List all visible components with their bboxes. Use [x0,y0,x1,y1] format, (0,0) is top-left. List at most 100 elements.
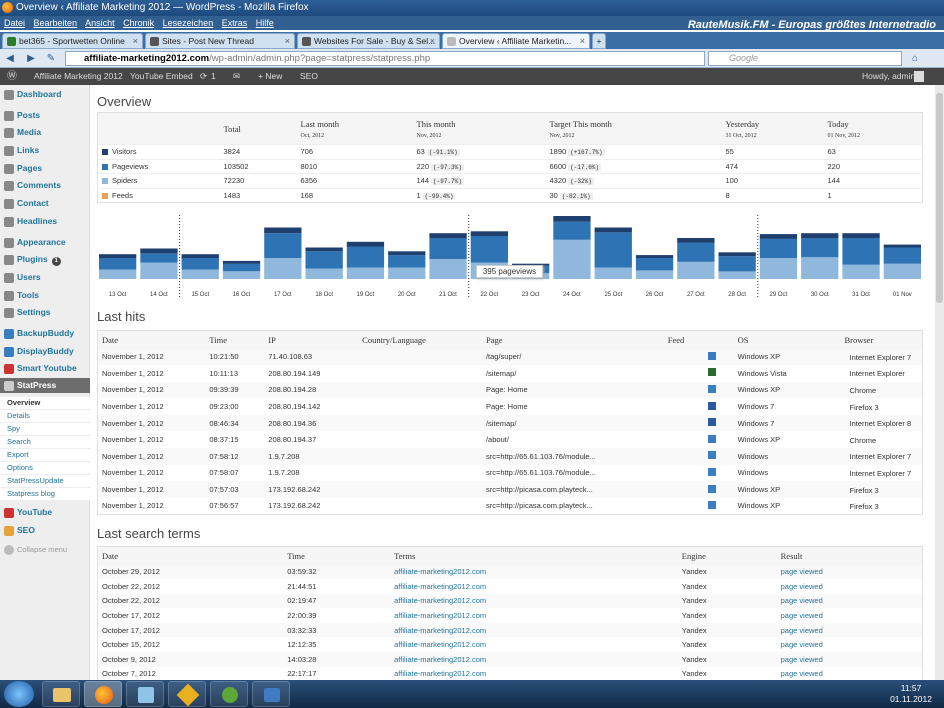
bar-visitors[interactable] [222,260,261,264]
bar-spiders[interactable] [99,269,137,280]
menu-bearbeiten[interactable]: Bearbeiten [34,18,78,28]
bar-visitors[interactable] [346,241,385,247]
sidebar-item-media[interactable]: Media [0,125,90,140]
submenu-options[interactable]: Options [0,462,90,474]
sidebar-item-statpress[interactable]: StatPress [0,378,90,393]
bar-pageviews[interactable] [305,251,343,269]
sidebar-item-youtube[interactable]: YouTube [0,505,90,520]
bar-pageviews[interactable] [264,233,302,258]
bar-pageviews[interactable] [759,238,798,258]
bar-visitors[interactable] [842,233,880,238]
bar-pageviews[interactable] [388,255,426,268]
sidebar-item-displaybuddy[interactable]: DisplayBuddy [0,344,90,359]
menu-hilfe[interactable]: Hilfe [256,18,274,28]
bar-pageviews[interactable] [429,238,467,259]
submenu-statpress-blog[interactable]: Statpress blog [0,488,90,500]
bar-visitors[interactable] [718,252,756,257]
bar-spiders[interactable] [635,270,674,279]
taskbar-app[interactable] [252,681,290,707]
sidebar-item-contact[interactable]: Contact [0,196,90,211]
submenu-export[interactable]: Export [0,449,90,461]
tab-overview[interactable]: Overview ‹ Affiliate Marketin... × [442,33,590,49]
sidebar-item-links[interactable]: Links [0,143,90,158]
submenu-details[interactable]: Details [0,410,90,422]
table-link[interactable]: affiliate-marketing2012.com [390,637,678,652]
bar-pageviews[interactable] [140,253,178,263]
table-link[interactable]: affiliate-marketing2012.com [390,652,678,667]
bar-pageviews[interactable] [346,246,385,268]
bar-pageviews[interactable] [181,258,219,270]
submenu-search[interactable]: Search [0,436,90,448]
bar-spiders[interactable] [429,259,467,279]
scroll-thumb[interactable] [936,93,943,303]
table-link[interactable]: page viewed [777,594,923,609]
submenu-overview[interactable]: Overview [0,397,90,409]
adminbar-site[interactable]: Affiliate Marketing 2012 [34,68,123,85]
taskbar-app[interactable] [126,681,164,707]
sidebar-item-headlines[interactable]: Headlines [0,214,90,229]
adminbar-youtube[interactable]: YouTube Embed [130,68,193,85]
sidebar-item-dashboard[interactable]: Dashboard [0,87,90,102]
bookmark-icon[interactable]: ✎ [44,52,58,65]
sidebar-item-posts[interactable]: Posts [0,108,90,123]
close-icon[interactable]: × [430,34,435,48]
menu-chronik[interactable]: Chronik [123,18,154,28]
bar-spiders[interactable] [305,268,343,280]
bar-visitors[interactable] [594,227,632,233]
sidebar-item-backupbuddy[interactable]: BackupBuddy [0,326,90,341]
submenu-statpressupdate[interactable]: StatPressUpdate [0,475,90,487]
taskbar-app[interactable] [168,681,206,707]
bar-spiders[interactable] [140,262,178,279]
bar-pageviews[interactable] [718,256,756,272]
bar-visitors[interactable] [635,255,674,258]
adminbar-new[interactable]: + New [258,68,282,85]
bar-spiders[interactable] [842,264,880,279]
bar-spiders[interactable] [594,267,632,280]
sidebar-item-seo[interactable]: SEO [0,523,90,538]
submenu-spy[interactable]: Spy [0,423,90,435]
start-button[interactable] [4,681,34,707]
bar-visitors[interactable] [677,238,715,243]
taskbar-explorer[interactable] [42,681,80,707]
bar-spiders[interactable] [759,258,798,279]
bar-spiders[interactable] [718,271,756,279]
table-link[interactable]: affiliate-marketing2012.com [390,565,678,580]
wordpress-icon[interactable]: Ⓦ [7,68,17,85]
sidebar-item-pages[interactable]: Pages [0,161,90,176]
sidebar-item-tools[interactable]: Tools [0,288,90,303]
collapse-menu[interactable]: Collapse menu [0,542,90,557]
sidebar-item-appearance[interactable]: Appearance [0,235,90,250]
tab-websites-for-sale[interactable]: Websites For Sale - Buy & Sel... × [297,33,440,49]
close-icon[interactable]: × [285,34,290,48]
bar-pageviews[interactable] [842,238,880,265]
bar-pageviews[interactable] [883,247,921,264]
bar-pageviews[interactable] [635,258,674,271]
table-link[interactable]: page viewed [777,623,923,638]
bar-pageviews[interactable] [553,221,591,240]
bar-spiders[interactable] [801,257,839,279]
table-link[interactable]: affiliate-marketing2012.com [390,579,678,594]
bar-pageviews[interactable] [470,236,508,263]
bar-spiders[interactable] [346,267,385,280]
bar-visitors[interactable] [553,216,591,222]
bar-visitors[interactable] [883,244,921,248]
comment-icon[interactable]: ✉ [233,68,240,85]
bar-spiders[interactable] [677,261,715,279]
bar-visitors[interactable] [388,251,426,256]
bar-pageviews[interactable] [99,258,137,270]
bar-visitors[interactable] [470,231,508,237]
bar-visitors[interactable] [429,233,467,238]
bar-visitors[interactable] [759,234,798,239]
tab-sites-post[interactable]: Sites - Post New Thread × [145,33,295,49]
search-input[interactable]: Google [708,51,902,66]
url-bar[interactable]: affiliate-marketing2012.com/wp-admin/adm… [65,51,705,66]
menu-ansicht[interactable]: Ansicht [85,18,115,28]
taskbar-firefox[interactable] [84,681,122,707]
bar-visitors[interactable] [801,233,839,238]
page-scrollbar[interactable] [935,85,944,680]
bar-visitors[interactable] [99,254,137,258]
sidebar-item-users[interactable]: Users [0,270,90,285]
bar-spiders[interactable] [388,267,426,280]
table-link[interactable]: affiliate-marketing2012.com [390,608,678,623]
bar-visitors[interactable] [140,248,178,254]
